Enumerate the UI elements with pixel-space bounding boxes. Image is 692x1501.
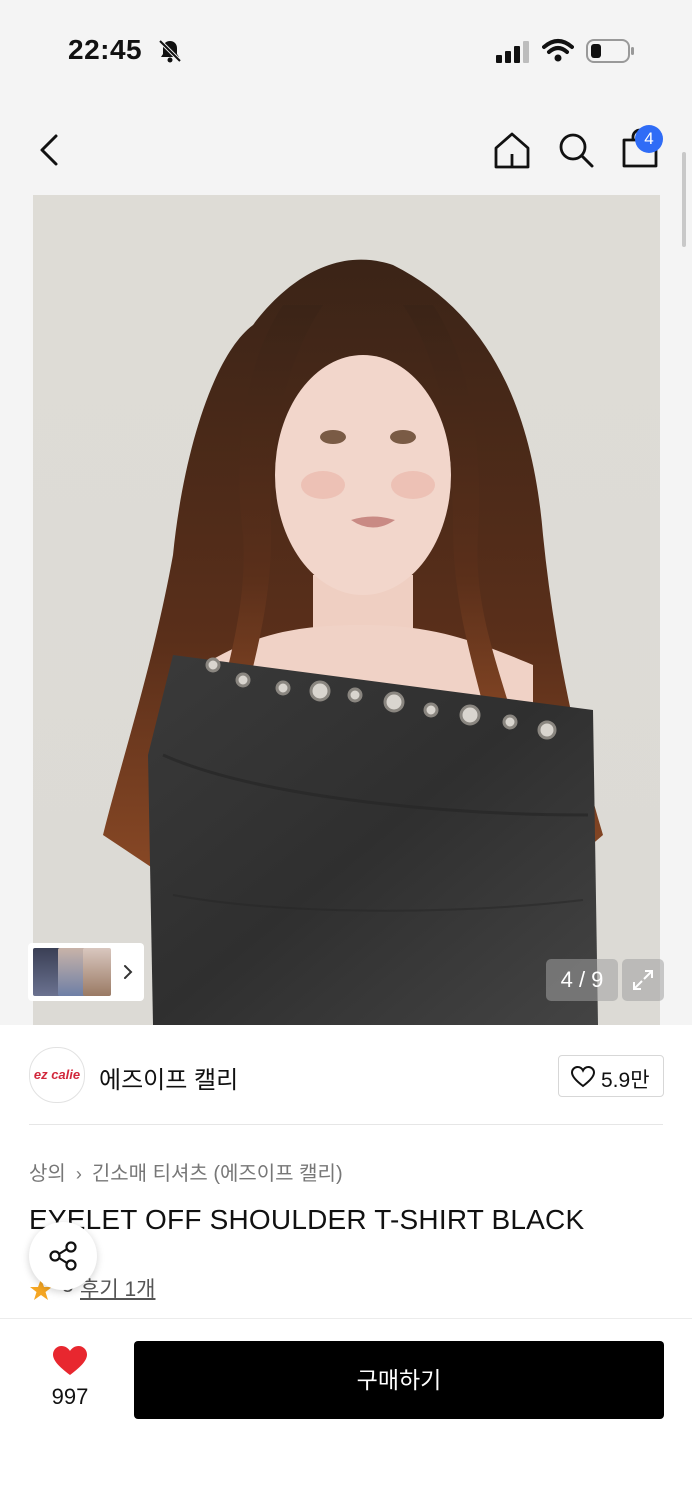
share-icon bbox=[49, 1241, 77, 1271]
brand-name[interactable]: 에즈이프 캘리 bbox=[99, 1060, 238, 1095]
divider bbox=[29, 1124, 663, 1125]
image-counter: 4 / 9 bbox=[546, 959, 618, 1001]
brand-like-button[interactable]: 5.9만 bbox=[558, 1055, 664, 1097]
brand-logo[interactable]: ez calie bbox=[29, 1047, 85, 1103]
expand-icon bbox=[633, 970, 653, 990]
thumbnail-image bbox=[58, 948, 86, 996]
battery-icon bbox=[586, 39, 634, 63]
heart-filled-icon[interactable] bbox=[52, 1345, 88, 1377]
chevron-right-icon: › bbox=[75, 1164, 82, 1184]
model-photo-illustration bbox=[103, 259, 603, 1025]
thumbnail-strip-button[interactable] bbox=[28, 943, 144, 1001]
back-arrow-icon[interactable] bbox=[36, 132, 64, 168]
home-icon[interactable] bbox=[492, 130, 532, 170]
thumbnail-image bbox=[83, 948, 111, 996]
wifi-icon bbox=[542, 39, 574, 62]
buy-button[interactable]: 구매하기 bbox=[134, 1341, 664, 1419]
brand-like-count: 5.9만 bbox=[601, 1069, 650, 1092]
cart-count-badge: 4 bbox=[635, 125, 663, 153]
product-title: EYELET OFF SHOULDER T-SHIRT BLACK bbox=[29, 1204, 585, 1235]
breadcrumb-item[interactable]: 긴소매 티셔츠 (에즈이프 캘리) bbox=[92, 1157, 343, 1186]
share-button[interactable] bbox=[29, 1222, 97, 1290]
heart-outline-icon bbox=[571, 1066, 595, 1088]
bell-muted-icon bbox=[158, 39, 182, 63]
status-time: 22:45 bbox=[68, 34, 143, 65]
breadcrumb: 상의 › 긴소매 티셔츠 (에즈이프 캘리) bbox=[29, 1157, 343, 1186]
page-scrollbar[interactable] bbox=[682, 152, 686, 247]
search-icon[interactable] bbox=[556, 130, 596, 170]
wishlist-count: 997 bbox=[51, 1384, 89, 1409]
expand-image-button[interactable] bbox=[622, 959, 664, 1001]
breadcrumb-item[interactable]: 상의 bbox=[29, 1157, 66, 1186]
product-image-gallery[interactable] bbox=[0, 195, 692, 1025]
review-link[interactable]: 후기 1개 bbox=[80, 1273, 155, 1303]
chevron-right-icon bbox=[124, 965, 133, 979]
cellular-signal-icon bbox=[496, 41, 529, 63]
thumbnail-image bbox=[33, 948, 61, 996]
product-photo[interactable] bbox=[33, 195, 660, 1025]
